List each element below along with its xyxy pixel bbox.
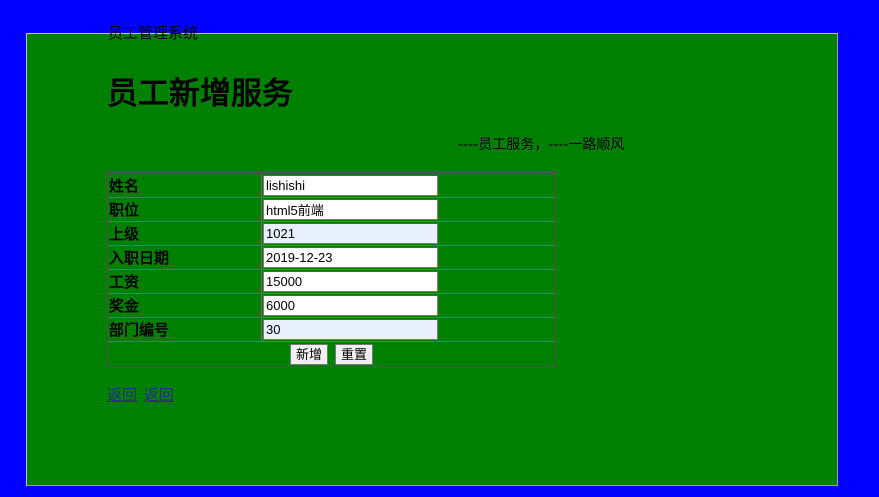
name-input[interactable] — [263, 175, 438, 196]
form-row-name: 姓名 — [108, 174, 555, 198]
form-row-salary: 工资 — [108, 270, 555, 294]
deptno-input[interactable] — [263, 319, 438, 340]
page-subtitle: ----员工服务，----一路顺风 — [458, 137, 625, 153]
salary-input[interactable] — [263, 271, 438, 292]
form-row-job: 职位 — [108, 198, 555, 222]
job-label: 职位 — [108, 198, 262, 222]
back-link-secondary[interactable]: 返回 — [144, 386, 174, 404]
form-row-bonus: 奖金 — [108, 294, 555, 318]
bonus-input[interactable] — [263, 295, 438, 316]
hiredate-input[interactable] — [263, 247, 438, 268]
deptno-label: 部门编号 — [108, 318, 262, 342]
back-links: 返回 返回 — [107, 386, 176, 404]
site-title: 员工管理系统 — [108, 24, 199, 42]
name-label: 姓名 — [108, 174, 262, 198]
manager-input[interactable] — [263, 223, 438, 244]
employee-form-table: 姓名 职位 上级 入职日期 工资 奖金 部门编号 新增 重置 — [107, 171, 556, 368]
form-row-buttons: 新增 重置 — [108, 342, 555, 367]
back-link[interactable]: 返回 — [107, 386, 137, 404]
submit-button[interactable]: 新增 — [289, 344, 328, 365]
manager-label: 上级 — [108, 222, 262, 246]
form-row-hiredate: 入职日期 — [108, 246, 555, 270]
bonus-label: 奖金 — [108, 294, 262, 318]
form-row-deptno: 部门编号 — [108, 318, 555, 342]
hiredate-label: 入职日期 — [108, 246, 262, 270]
salary-label: 工资 — [108, 270, 262, 294]
page-title: 员工新增服务 — [107, 76, 293, 112]
job-input[interactable] — [263, 199, 438, 220]
reset-button[interactable]: 重置 — [335, 344, 374, 365]
form-row-manager: 上级 — [108, 222, 555, 246]
